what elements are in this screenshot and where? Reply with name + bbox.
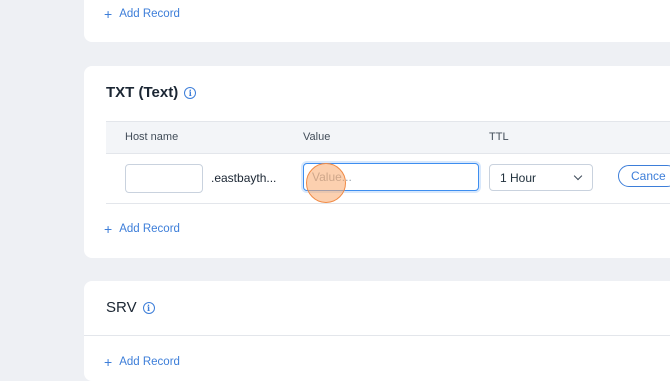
srv-record-card: SRV i + Add Record [84, 281, 670, 381]
section-title-srv: SRV i [106, 299, 155, 316]
txt-record-card: TXT (Text) i Host name Value TTL .eastba… [84, 66, 670, 258]
previous-record-card: + Add Record [84, 0, 670, 42]
info-icon[interactable]: i [184, 86, 197, 99]
section-title-txt: TXT (Text) i [106, 84, 197, 101]
add-record-label: Add Record [119, 356, 180, 368]
plus-icon: + [104, 354, 113, 370]
column-header-ttl: TTL [489, 131, 509, 143]
ttl-select[interactable]: 1 Hour [489, 164, 593, 191]
table-row: .eastbayth... 1 Hour Cance [106, 153, 670, 204]
chevron-down-icon [573, 171, 583, 181]
add-record-button[interactable]: + Add Record [104, 355, 180, 369]
add-record-button[interactable]: + Add Record [104, 222, 180, 236]
add-record-button[interactable]: + Add Record [104, 7, 180, 21]
domain-suffix: .eastbayth... [211, 171, 277, 185]
section-title-text: SRV [106, 299, 137, 316]
column-header-host: Host name [125, 131, 179, 143]
section-title-text: TXT (Text) [106, 84, 179, 101]
cancel-button[interactable]: Cance [618, 165, 670, 187]
add-record-label: Add Record [119, 223, 180, 235]
plus-icon: + [104, 6, 113, 22]
plus-icon: + [104, 221, 113, 237]
table-header: Host name Value TTL [106, 121, 670, 154]
info-icon[interactable]: i [142, 301, 155, 314]
host-name-input[interactable] [125, 164, 203, 193]
value-input[interactable] [303, 163, 479, 191]
divider [84, 335, 670, 336]
column-header-value: Value [303, 131, 331, 143]
ttl-selected-value: 1 Hour [500, 170, 537, 185]
add-record-label: Add Record [119, 8, 180, 20]
